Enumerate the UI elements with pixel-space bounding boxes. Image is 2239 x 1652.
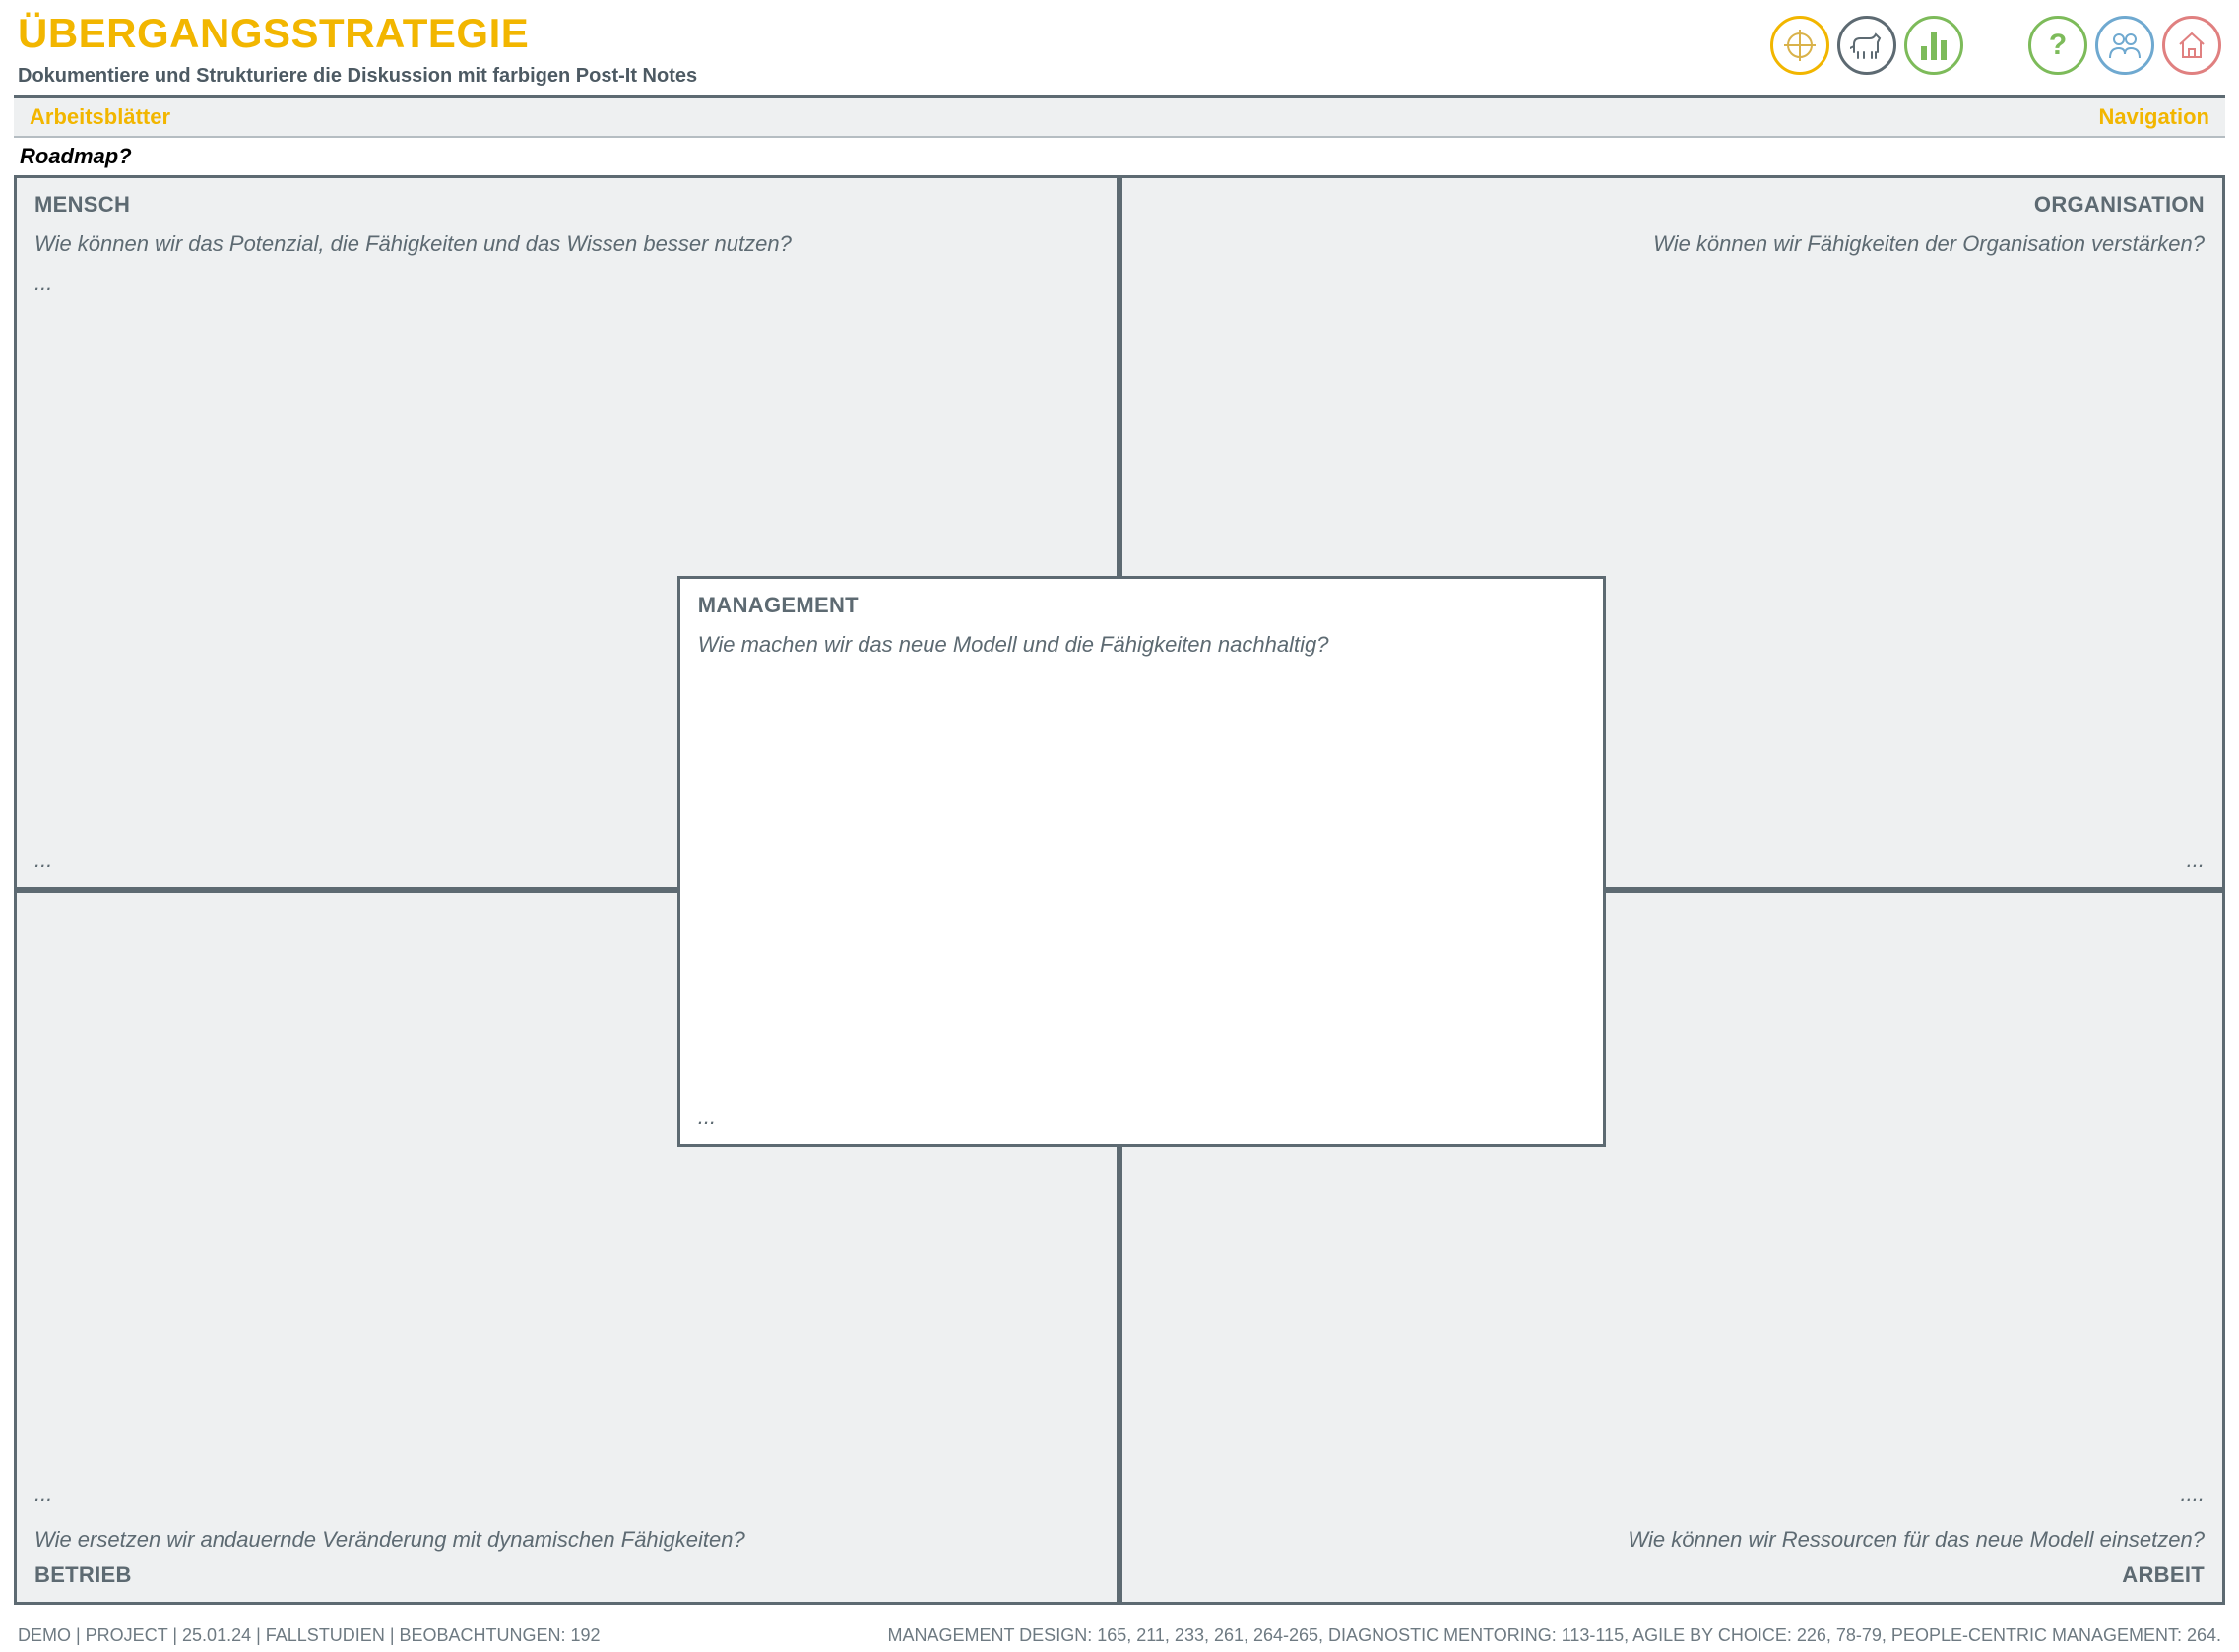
page-subtitle: Dokumentiere und Strukturiere die Diskus…: [18, 65, 697, 88]
management-title: MANAGEMENT: [698, 593, 1585, 618]
header-left: ÜBERGANGSSTRATEGIE Dokumentiere und Stru…: [18, 10, 697, 88]
question-mark-icon: ?: [2049, 29, 2067, 62]
crosshair-icon: [1784, 30, 1816, 61]
canvas: MENSCH Wie können wir das Potenzial, die…: [14, 175, 2225, 1605]
organisation-title: ORGANISATION: [1140, 192, 2205, 218]
betrieb-dots: ...: [34, 1482, 1099, 1507]
mensch-dots-top: ...: [34, 271, 1099, 296]
bars-icon: [1921, 31, 1947, 60]
center-management[interactable]: MANAGEMENT Wie machen wir das neue Model…: [677, 576, 1606, 1148]
agile-dog-icon[interactable]: [1837, 16, 1896, 75]
management-prompt: Wie machen wir das neue Modell und die F…: [698, 632, 1585, 658]
house-icon: [2176, 31, 2207, 60]
footer: DEMO | PROJECT | 25.01.24 | FALLSTUDIEN …: [18, 1625, 2221, 1646]
mensch-prompt: Wie können wir das Potenzial, die Fähigk…: [34, 231, 1099, 257]
header: ÜBERGANGSSTRATEGIE Dokumentiere und Stru…: [0, 0, 2239, 92]
betrieb-prompt: Wie ersetzen wir andauernde Veränderung …: [34, 1527, 1099, 1553]
betrieb-title: BETRIEB: [34, 1562, 1099, 1588]
header-icon-bar: ?: [1770, 10, 2221, 75]
organisation-prompt: Wie können wir Fähigkeiten der Organisat…: [1140, 231, 2205, 257]
target-icon[interactable]: [1770, 16, 1829, 75]
home-icon[interactable]: [2162, 16, 2221, 75]
bar-chart-icon[interactable]: [1904, 16, 1963, 75]
management-dots: ...: [698, 1105, 716, 1130]
roadmap-label: Roadmap?: [20, 144, 2225, 169]
people-icon[interactable]: [2095, 16, 2154, 75]
section-left-label[interactable]: Arbeitsblätter: [30, 104, 170, 130]
arbeit-prompt: Wie können wir Ressourcen für das neue M…: [1140, 1527, 2205, 1553]
arbeit-title: ARBEIT: [1140, 1562, 2205, 1588]
mensch-title: MENSCH: [34, 192, 1099, 218]
canvas-wrap: Roadmap? MENSCH Wie können wir das Poten…: [14, 144, 2225, 1611]
section-right-label[interactable]: Navigation: [2099, 104, 2209, 130]
section-bar: Arbeitsblätter Navigation: [14, 95, 2225, 138]
footer-left: DEMO | PROJECT | 25.01.24 | FALLSTUDIEN …: [18, 1625, 601, 1646]
dog-icon: [1850, 31, 1884, 60]
page-title: ÜBERGANGSSTRATEGIE: [18, 10, 697, 57]
footer-right: MANAGEMENT DESIGN: 165, 211, 233, 261, 2…: [888, 1625, 2222, 1646]
help-icon[interactable]: ?: [2028, 16, 2087, 75]
group-icon: [2107, 31, 2143, 60]
arbeit-dots: ....: [1140, 1482, 2205, 1507]
